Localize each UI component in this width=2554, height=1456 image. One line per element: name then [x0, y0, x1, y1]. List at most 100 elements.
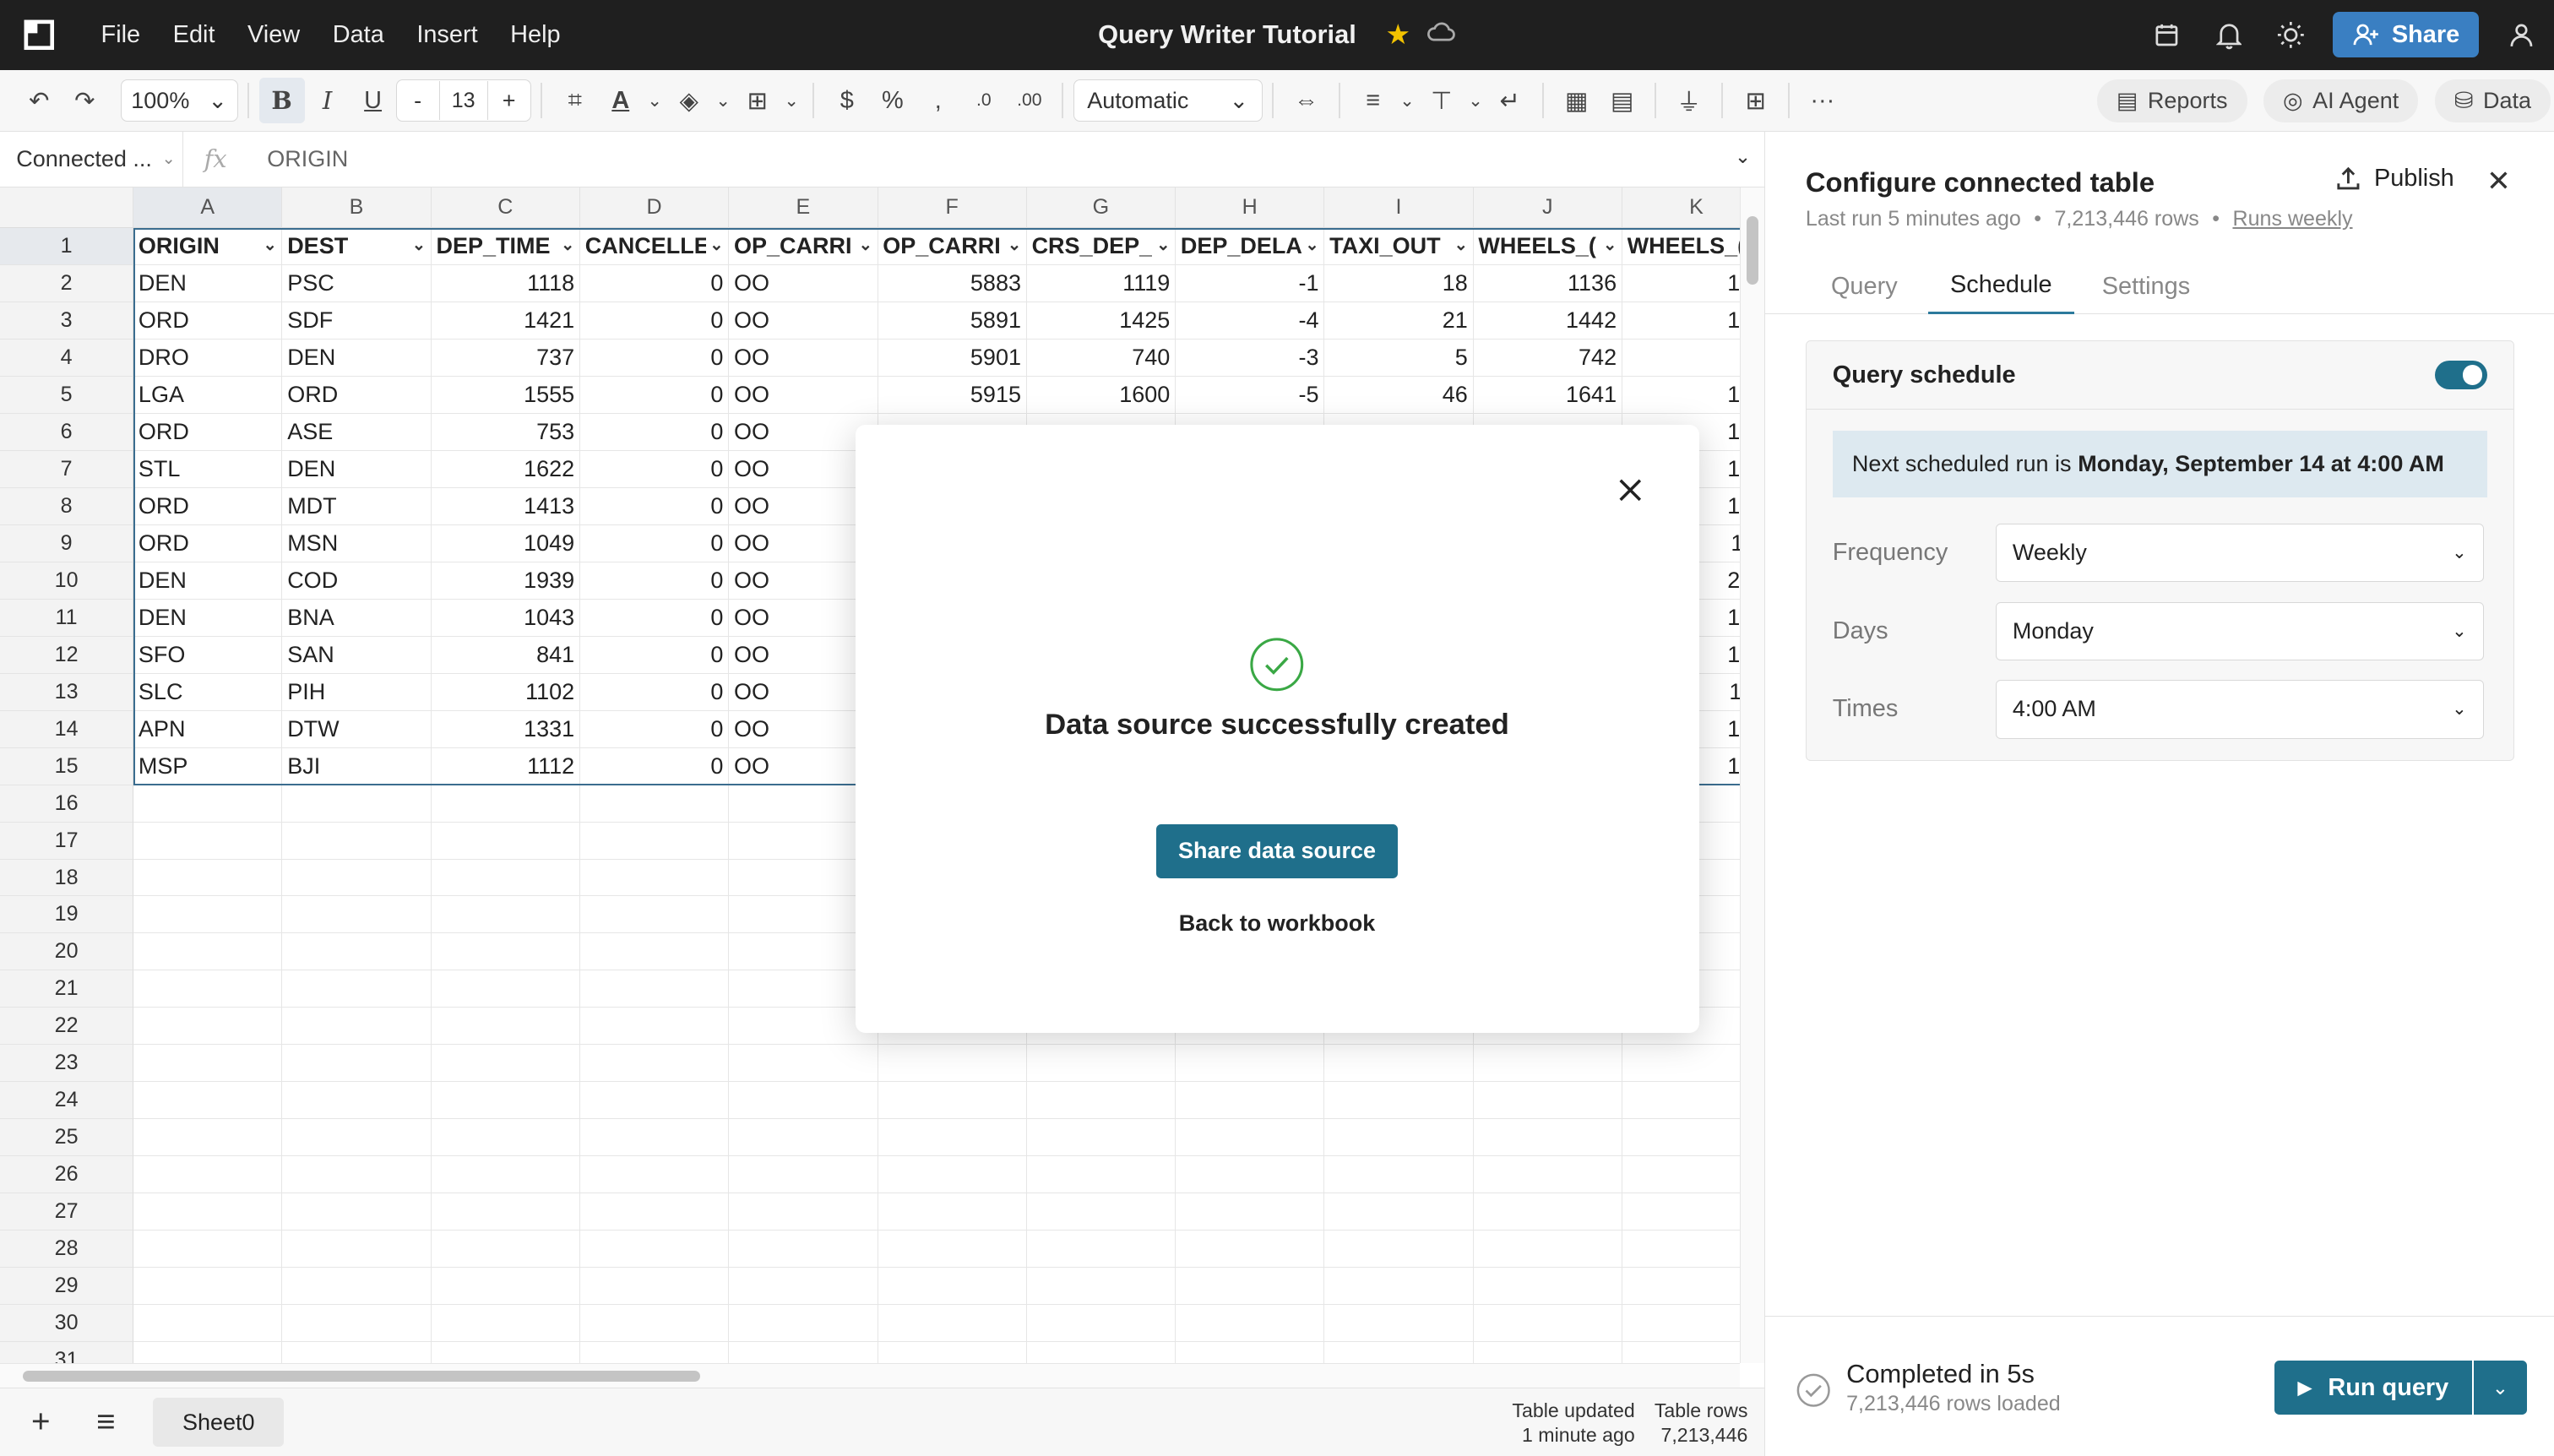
- empty-cell[interactable]: [1622, 1193, 1740, 1231]
- empty-cell[interactable]: [1473, 1082, 1622, 1120]
- table-cell[interactable]: 46: [1324, 376, 1474, 414]
- empty-cell[interactable]: [133, 1119, 283, 1157]
- back-to-workbook-link[interactable]: Back to workbook: [856, 910, 1699, 937]
- column-header-i[interactable]: I: [1324, 187, 1474, 228]
- table-cell[interactable]: ORD: [133, 487, 283, 525]
- empty-cell[interactable]: [1176, 1082, 1325, 1120]
- empty-cell[interactable]: [579, 933, 730, 971]
- empty-cell[interactable]: [729, 1156, 878, 1194]
- sheet-list-icon[interactable]: ≡: [81, 1398, 130, 1447]
- empty-cell[interactable]: [1026, 1305, 1176, 1343]
- empty-cell[interactable]: [878, 1231, 1027, 1269]
- column-header-c[interactable]: C: [431, 187, 580, 228]
- table-cell[interactable]: 1641: [1473, 376, 1622, 414]
- table-column-header[interactable]: OP_CARRI ⌄: [729, 227, 878, 265]
- empty-cell[interactable]: [431, 1305, 580, 1343]
- row-header[interactable]: 22: [0, 1008, 134, 1046]
- table-cell[interactable]: 0: [579, 413, 730, 451]
- empty-cell[interactable]: [1026, 1156, 1176, 1194]
- row-header[interactable]: 11: [0, 599, 134, 637]
- column-filter-chevron-down-icon[interactable]: ⌄: [1008, 228, 1021, 263]
- empty-cell[interactable]: [579, 1045, 730, 1083]
- empty-cell[interactable]: [579, 1008, 730, 1046]
- vertical-scrollbar[interactable]: [1739, 187, 1764, 1364]
- share-button[interactable]: Share: [2333, 12, 2480, 58]
- empty-cell[interactable]: [1324, 1119, 1474, 1157]
- empty-cell[interactable]: [282, 1268, 432, 1306]
- empty-cell[interactable]: [1622, 1119, 1740, 1157]
- empty-cell[interactable]: [282, 1231, 432, 1269]
- table-cell[interactable]: 1421: [431, 302, 580, 340]
- empty-cell[interactable]: [282, 1342, 432, 1364]
- column-filter-chevron-down-icon[interactable]: ⌄: [1454, 228, 1468, 263]
- table-cell[interactable]: 1622: [431, 450, 580, 488]
- row-header[interactable]: 28: [0, 1231, 134, 1269]
- menu-file[interactable]: File: [88, 14, 153, 55]
- column-header-d[interactable]: D: [579, 187, 730, 228]
- empty-cell[interactable]: [282, 970, 432, 1008]
- redo-icon[interactable]: ↷: [62, 78, 107, 123]
- empty-cell[interactable]: [282, 1119, 432, 1157]
- empty-cell[interactable]: [1026, 1119, 1176, 1157]
- formula-input[interactable]: ORIGIN: [247, 146, 348, 172]
- empty-cell[interactable]: [579, 970, 730, 1008]
- empty-cell[interactable]: [133, 933, 283, 971]
- tab-query[interactable]: Query: [1807, 259, 1921, 315]
- empty-cell[interactable]: [133, 1342, 283, 1364]
- empty-cell[interactable]: [1176, 1268, 1325, 1306]
- empty-cell[interactable]: [133, 896, 283, 934]
- column-filter-chevron-down-icon[interactable]: ⌄: [412, 228, 426, 263]
- table-cell[interactable]: 0: [579, 636, 730, 674]
- table-cell[interactable]: OO: [729, 302, 878, 340]
- empty-cell[interactable]: [729, 1268, 878, 1306]
- filter-icon[interactable]: ⏚: [1666, 78, 1712, 123]
- menu-view[interactable]: View: [235, 14, 313, 55]
- name-box[interactable]: Connected ... ⌄: [0, 146, 182, 172]
- table-cell[interactable]: -4: [1176, 302, 1325, 340]
- query-schedule-toggle[interactable]: [2435, 360, 2487, 390]
- empty-cell[interactable]: [431, 822, 580, 860]
- publish-button[interactable]: Publish: [2335, 165, 2454, 193]
- row-header[interactable]: 8: [0, 487, 134, 525]
- empty-cell[interactable]: [1324, 1193, 1474, 1231]
- fill-color-dropdown-icon[interactable]: ⌄: [712, 78, 735, 123]
- data-button[interactable]: ⛁ Data: [2434, 79, 2551, 122]
- sheet-tab[interactable]: Sheet0: [153, 1398, 285, 1448]
- empty-cell[interactable]: [133, 1193, 283, 1231]
- empty-cell[interactable]: [579, 785, 730, 823]
- vertical-align-dropdown-icon[interactable]: ⌄: [1464, 78, 1487, 123]
- font-size-value[interactable]: 13: [438, 80, 488, 121]
- run-query-button[interactable]: ▶ Run query: [2274, 1361, 2472, 1415]
- empty-cell[interactable]: [133, 822, 283, 860]
- empty-cell[interactable]: [580, 1342, 730, 1364]
- empty-cell[interactable]: [1473, 1305, 1622, 1343]
- font-size-increase-button[interactable]: +: [488, 88, 530, 114]
- empty-cell[interactable]: [878, 1045, 1027, 1083]
- table-column-header[interactable]: CRS_DEP_ ⌄: [1026, 227, 1176, 265]
- table-cell[interactable]: 83: [1622, 340, 1740, 377]
- table-cell[interactable]: DEN: [133, 599, 283, 637]
- row-header[interactable]: 21: [0, 970, 134, 1008]
- table-cell[interactable]: 0: [579, 376, 730, 414]
- empty-cell[interactable]: [579, 1193, 730, 1231]
- empty-cell[interactable]: [431, 1231, 580, 1269]
- column-filter-chevron-down-icon[interactable]: ⌄: [1603, 228, 1617, 263]
- empty-cell[interactable]: [1473, 1268, 1622, 1306]
- table-cell[interactable]: -1: [1176, 264, 1325, 302]
- lightbulb-icon[interactable]: [2271, 15, 2310, 54]
- app-logo-icon[interactable]: [19, 15, 58, 54]
- bell-icon[interactable]: [2209, 15, 2248, 54]
- underline-icon[interactable]: U: [350, 78, 396, 123]
- table-cell[interactable]: 5891: [878, 302, 1027, 340]
- empty-cell[interactable]: [1026, 1045, 1176, 1083]
- empty-cell[interactable]: [1473, 1231, 1622, 1269]
- table-cell[interactable]: 1413: [431, 487, 580, 525]
- empty-cell[interactable]: [1474, 1342, 1622, 1364]
- empty-cell[interactable]: [1622, 1268, 1740, 1306]
- empty-cell[interactable]: [729, 1305, 878, 1343]
- empty-cell[interactable]: [729, 1119, 878, 1157]
- empty-cell[interactable]: [1027, 1342, 1176, 1364]
- empty-cell[interactable]: [432, 1342, 580, 1364]
- menu-data[interactable]: Data: [319, 14, 397, 55]
- empty-cell[interactable]: [282, 933, 432, 971]
